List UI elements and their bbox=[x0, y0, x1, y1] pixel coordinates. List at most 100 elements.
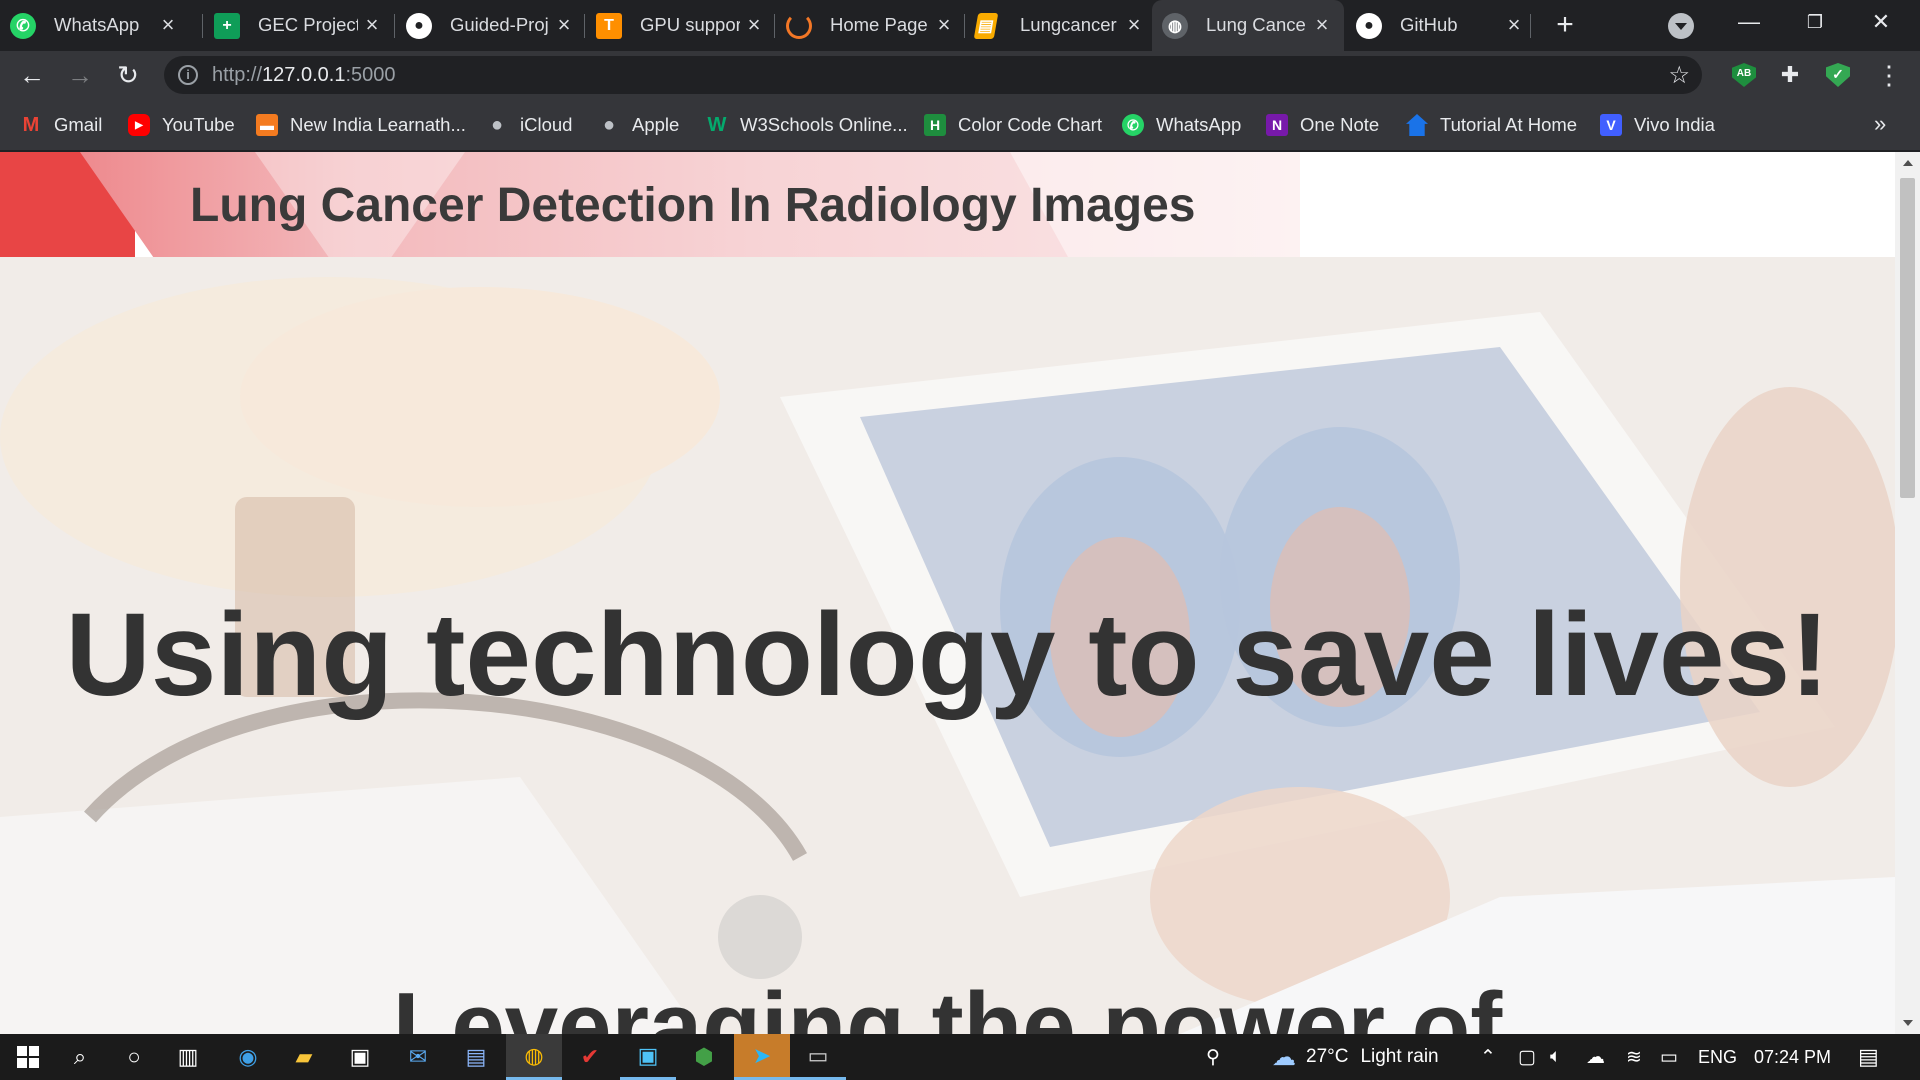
notification-center-icon[interactable]: ▤ bbox=[1858, 1034, 1879, 1080]
cortana-icon[interactable]: ○ bbox=[106, 1034, 162, 1080]
adblock-extension-icon[interactable]: AB bbox=[1732, 63, 1756, 87]
battery-icon[interactable]: ▭ bbox=[1660, 1034, 1678, 1080]
browser-toolbar: ← → ↻ i http://127.0.0.1:5000 ☆ AB ✚ ✓ ⋮ bbox=[0, 51, 1920, 99]
close-window-button[interactable]: ✕ bbox=[1848, 0, 1914, 44]
close-icon[interactable]: × bbox=[360, 13, 384, 37]
back-button[interactable]: ← bbox=[14, 57, 50, 93]
tab-label: Guided-Proj bbox=[450, 14, 549, 35]
bookmark-color-code-chart[interactable]: H Color Code Chart bbox=[924, 111, 1102, 139]
bookmark-vivo-india[interactable]: V Vivo India bbox=[1600, 111, 1715, 139]
shield-extension-icon[interactable]: ✓ bbox=[1826, 63, 1850, 87]
globe-icon: ◍ bbox=[1162, 13, 1188, 39]
windows-start-icon[interactable] bbox=[0, 1034, 56, 1080]
hero-subheading: Leveraging the power of bbox=[392, 973, 1503, 1034]
bookmark-w3schools[interactable]: W W3Schools Online... bbox=[706, 111, 908, 139]
nodejs-icon[interactable]: ⬢ bbox=[676, 1034, 732, 1080]
people-icon[interactable]: ⚲ bbox=[1206, 1034, 1220, 1080]
browser-menu-icon[interactable]: ⋮ bbox=[1876, 59, 1902, 91]
url-host: 127.0.0.1 bbox=[262, 64, 346, 86]
show-hidden-icons-chevron-icon[interactable]: ⌃ bbox=[1480, 1034, 1496, 1080]
bookmark-icloud[interactable]: ● iCloud bbox=[486, 111, 573, 139]
telegram-icon[interactable]: ➤ bbox=[734, 1034, 790, 1080]
github-icon: ● bbox=[406, 13, 432, 39]
close-icon[interactable]: × bbox=[1502, 13, 1526, 37]
address-bar[interactable]: i http://127.0.0.1:5000 ☆ bbox=[164, 56, 1702, 94]
tab-whatsapp[interactable]: ✆ WhatsApp × bbox=[0, 0, 190, 51]
url-text[interactable]: http://127.0.0.1:5000 bbox=[212, 64, 396, 87]
volume-icon[interactable]: 🔈︎ bbox=[1550, 1034, 1561, 1080]
url-port: :5000 bbox=[345, 64, 396, 86]
scroll-thumb[interactable] bbox=[1900, 178, 1915, 498]
close-icon[interactable]: × bbox=[742, 13, 766, 37]
wifi-icon[interactable]: ≋ bbox=[1626, 1034, 1642, 1080]
tab-label: Lung Cance bbox=[1206, 14, 1306, 35]
bookmark-label: New India Learnath... bbox=[290, 114, 466, 135]
tab-home-page[interactable]: Home Page × bbox=[776, 0, 966, 51]
tab-separator bbox=[964, 14, 965, 38]
bookmark-whatsapp[interactable]: ✆ WhatsApp bbox=[1122, 111, 1241, 139]
meet-now-icon[interactable]: ▢ bbox=[1518, 1034, 1536, 1080]
weather-widget[interactable]: ☁ 27°C Light rain bbox=[1272, 1034, 1439, 1080]
terminal-icon[interactable]: ▭ bbox=[790, 1034, 846, 1080]
forward-button[interactable]: → bbox=[62, 57, 98, 93]
sheets-icon: + bbox=[214, 13, 240, 39]
chrome-icon[interactable]: ◍ bbox=[506, 1034, 562, 1080]
file-explorer-icon[interactable]: ▰ bbox=[276, 1034, 332, 1080]
edge-icon[interactable]: ◉ bbox=[220, 1034, 276, 1080]
tab-gec-project[interactable]: + GEC Project × bbox=[204, 0, 394, 51]
bookmarks-bar: M Gmail ▶ YouTube ▬ New India Learnath..… bbox=[0, 99, 1920, 151]
mail-icon[interactable]: ✉ bbox=[390, 1034, 446, 1080]
page-scrollbar[interactable] bbox=[1895, 152, 1920, 1034]
bookmark-label: Vivo India bbox=[1634, 114, 1715, 135]
task-view-icon[interactable]: ▥ bbox=[160, 1034, 216, 1080]
tab-lung-cancer-active[interactable]: ◍ Lung Cance × bbox=[1152, 0, 1344, 51]
bookmark-label: One Note bbox=[1300, 114, 1380, 135]
windows-taskbar: ⌕ ○ ▥ ◉ ▰ ▣ ✉ ▤ ◍ ✔ ▣ ⬢ ➤ ▭ ⚲ ☁ 27°C Lig… bbox=[0, 1034, 1920, 1080]
bookmark-label: W3Schools Online... bbox=[740, 114, 908, 135]
bookmark-one-note[interactable]: N One Note bbox=[1266, 111, 1379, 139]
extensions-puzzle-icon[interactable]: ✚ bbox=[1778, 63, 1802, 87]
vivaldi-icon[interactable]: ✔ bbox=[562, 1034, 618, 1080]
minimize-button[interactable]: — bbox=[1716, 0, 1782, 44]
close-icon[interactable]: × bbox=[1122, 13, 1146, 37]
info-icon[interactable]: i bbox=[178, 65, 198, 85]
url-scheme: http:// bbox=[212, 64, 263, 86]
hero-heading: Using technology to save lives! bbox=[65, 589, 1830, 721]
whatsapp-icon: ✆ bbox=[1122, 114, 1144, 136]
close-icon[interactable]: × bbox=[552, 13, 576, 37]
search-icon[interactable]: ⌕ bbox=[52, 1034, 108, 1080]
reload-button[interactable]: ↻ bbox=[110, 57, 146, 93]
close-icon[interactable]: × bbox=[1310, 13, 1334, 37]
bookmark-tutorial-at-home[interactable]: Tutorial At Home bbox=[1406, 111, 1577, 139]
tab-lungcancer[interactable]: ▤ Lungcancer × bbox=[966, 0, 1156, 51]
page-title: Lung Cancer Detection In Radiology Image… bbox=[190, 179, 1196, 232]
restore-button[interactable]: ❐ bbox=[1782, 0, 1848, 44]
store-icon[interactable]: ▣ bbox=[332, 1034, 388, 1080]
gmail-icon: M bbox=[22, 113, 40, 136]
close-icon[interactable]: × bbox=[932, 13, 956, 37]
bookmark-apple[interactable]: ● Apple bbox=[598, 111, 679, 139]
app-icon[interactable]: ▤ bbox=[448, 1034, 504, 1080]
bookmark-new-india-learnathon[interactable]: ▬ New India Learnath... bbox=[256, 111, 466, 139]
scroll-up-arrow-icon[interactable] bbox=[1903, 160, 1913, 166]
more-bookmarks-chevron-icon[interactable]: » bbox=[1874, 111, 1886, 137]
bookmark-youtube[interactable]: ▶ YouTube bbox=[128, 111, 235, 139]
tab-search-button[interactable] bbox=[1668, 13, 1694, 39]
close-icon[interactable]: × bbox=[156, 13, 180, 37]
apple-icon: ● bbox=[602, 113, 616, 136]
bookmark-label: Color Code Chart bbox=[958, 114, 1102, 135]
scroll-down-arrow-icon[interactable] bbox=[1903, 1020, 1913, 1026]
tab-gpu-support[interactable]: T GPU support × bbox=[586, 0, 776, 51]
clock[interactable]: 07:24 PM bbox=[1754, 1034, 1831, 1080]
bookmark-gmail[interactable]: M Gmail bbox=[20, 111, 103, 139]
tab-github[interactable]: ● GitHub × bbox=[1346, 0, 1536, 51]
bookmark-star-icon[interactable]: ☆ bbox=[1668, 61, 1690, 90]
tab-guided-project[interactable]: ● Guided-Proj × bbox=[396, 0, 586, 51]
new-tab-button[interactable]: + bbox=[1548, 8, 1582, 42]
onedrive-icon[interactable]: ☁ bbox=[1586, 1034, 1605, 1080]
language-indicator[interactable]: ENG bbox=[1698, 1034, 1737, 1080]
code-app-icon[interactable]: ▣ bbox=[620, 1034, 676, 1080]
weather-temperature: 27°C bbox=[1306, 1046, 1349, 1067]
tab-label: Home Page bbox=[830, 14, 928, 35]
w3schools-icon: W bbox=[707, 113, 727, 136]
